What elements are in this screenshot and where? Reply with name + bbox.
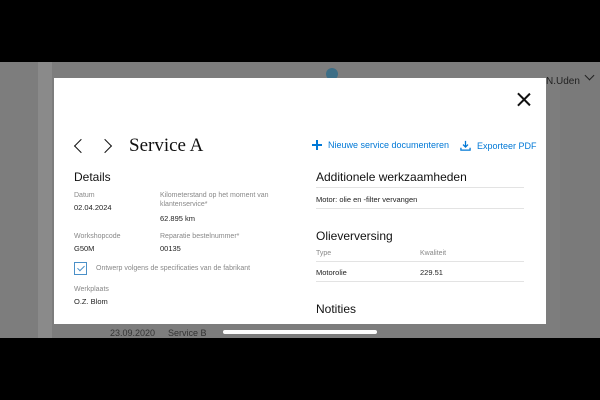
repair-order-label: Reparatie bestelnummer* [160, 233, 240, 240]
details-heading: Details [74, 170, 111, 184]
download-icon [460, 140, 471, 151]
export-pdf-button[interactable]: Exporteer PDF [460, 140, 537, 151]
background-user-name: N.Uden [546, 76, 580, 87]
spec-checkbox-label: Ontwerp volgens de specificaties van de … [96, 265, 251, 272]
oil-type-value: Motorolie [316, 268, 347, 277]
background-panel [560, 62, 600, 338]
background-sidebar [38, 62, 52, 338]
repair-order-value: 00135 [160, 244, 181, 253]
oil-change-heading: Olieverversing [316, 229, 393, 243]
new-service-document-button[interactable]: Nieuwe service documenteren [312, 140, 449, 150]
letterbox-bottom [0, 338, 600, 400]
datum-value: 02.04.2024 [74, 203, 112, 212]
workshop-code-label: Workshopcode [74, 233, 121, 240]
home-indicator[interactable] [223, 330, 377, 334]
divider [316, 261, 524, 262]
service-modal [54, 78, 546, 324]
export-pdf-label: Exporteer PDF [477, 140, 537, 151]
oil-quality-value: 229.51 [420, 268, 443, 277]
workshop-value: O.Z. Blom [74, 297, 108, 306]
additional-work-heading: Additionele werkzaamheden [316, 170, 467, 184]
divider [316, 281, 524, 282]
mileage-label: Kilometerstand op het moment van klanten… [160, 192, 269, 208]
oil-type-header: Type [316, 250, 332, 257]
divider [316, 187, 524, 188]
chevron-right-icon[interactable] [100, 138, 114, 154]
workshop-label: Werkplaats [74, 286, 109, 293]
background-row-service: Service B [168, 328, 207, 338]
notes-heading: Notities [316, 302, 357, 316]
page-title: Service A [129, 135, 204, 156]
background-row-date: 23.09.2020 [110, 328, 156, 338]
chevron-left-icon[interactable] [72, 138, 86, 154]
oil-quality-header: Kwaliteit [420, 250, 447, 257]
workshop-code-value: G50M [74, 244, 95, 253]
new-service-document-label: Nieuwe service documenteren [328, 140, 450, 150]
spec-checkbox[interactable] [74, 262, 87, 275]
additional-work-item: Motor: olie en -filter vervangen [316, 195, 418, 204]
datum-label: Datum [74, 192, 95, 199]
close-icon[interactable] [514, 90, 534, 110]
divider [316, 208, 524, 209]
letterbox-top [0, 0, 600, 62]
plus-icon [312, 140, 322, 150]
mileage-value: 62.895 km [160, 214, 196, 223]
